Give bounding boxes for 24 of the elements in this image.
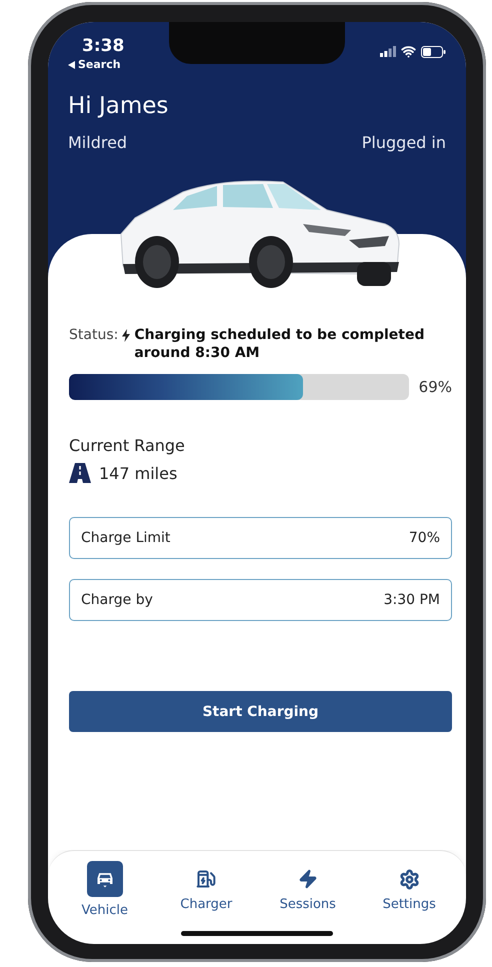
status-time: 3:38: [81, 36, 124, 56]
greeting-title: Hi James: [68, 93, 170, 119]
status-message: Charging scheduled to be completed around 8:30 AM: [134, 326, 426, 362]
back-link[interactable]: Search: [68, 58, 124, 71]
nav-tab[interactable]: Sessions: [272, 861, 343, 912]
setting-field[interactable]: Charge by 3:30 PM: [69, 579, 452, 621]
vehicle-name: Mildred: [68, 133, 128, 152]
nav-tab[interactable]: Vehicle: [70, 861, 140, 918]
connection-status: Plugged in: [362, 133, 446, 152]
wifi-icon: [401, 44, 416, 59]
lightning-icon: [122, 329, 130, 342]
range-value: 147 miles: [99, 464, 178, 482]
battery-icon: [421, 46, 446, 58]
nav-tab[interactable]: Settings: [374, 861, 444, 912]
status-label: Status:: [69, 326, 118, 344]
battery-percent: 69%: [418, 378, 452, 396]
range-label: Current Range: [69, 436, 186, 455]
start-charging-button[interactable]: Start Charging: [69, 691, 452, 732]
car-icon: [86, 861, 123, 897]
signal-icon: [380, 46, 396, 57]
road-icon: [69, 463, 91, 483]
nav-tab[interactable]: Charger: [171, 861, 242, 912]
back-triangle-icon: [68, 60, 75, 68]
setting-field[interactable]: Charge Limit 70%: [69, 517, 452, 559]
